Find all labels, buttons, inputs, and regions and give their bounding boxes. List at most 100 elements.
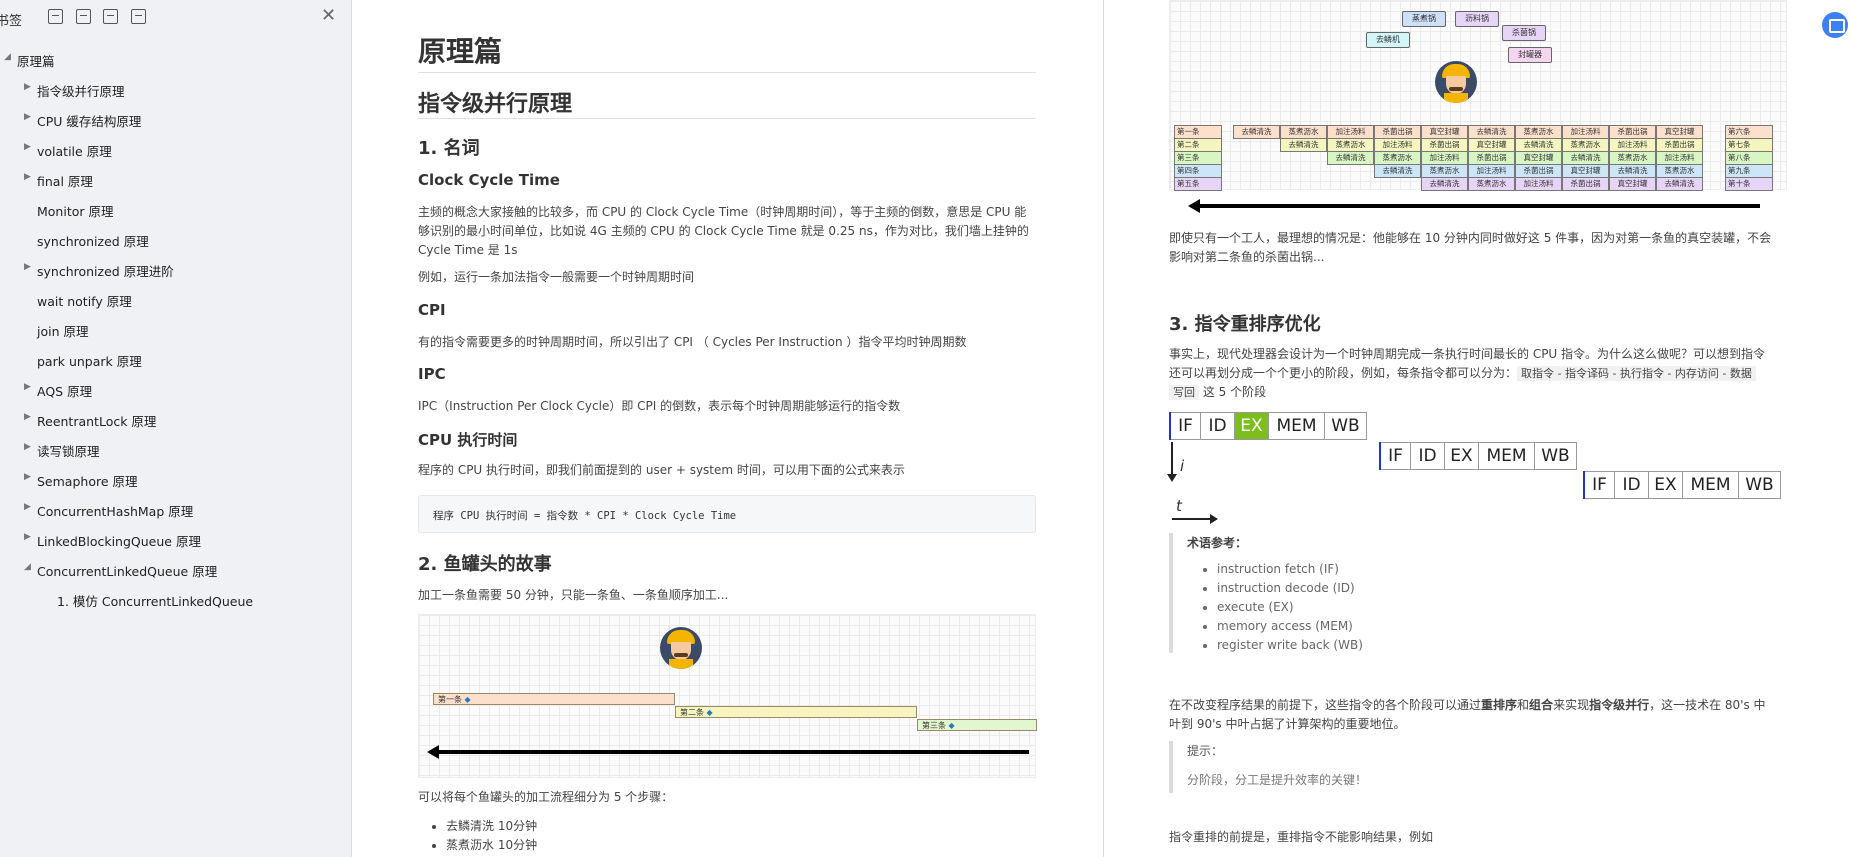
fish-step-cell: 真空封罐 xyxy=(1609,177,1656,191)
paragraph-line: 程序的 CPU 执行时间，即我们前面提到的 user + system 时间，可… xyxy=(418,463,905,477)
paragraph-line: 写回 这 5 个阶段 xyxy=(1169,383,1266,402)
text-span: ，这一技术在 80's 中 xyxy=(1649,698,1766,712)
sidebar-item[interactable]: ▶ 指令级并行原理 xyxy=(0,74,352,104)
code-text: 程序 CPU 执行时间 = 指令数 * CPI * Clock Cycle Ti… xyxy=(433,510,737,522)
fish-icon: ◆ xyxy=(948,721,955,730)
fish-step-cell: 加注汤料 xyxy=(1421,151,1468,165)
sidebar-item[interactable]: ▶ final 原理 xyxy=(0,164,352,194)
worker-avatar xyxy=(1435,61,1477,103)
text-span: 在不改变程序结果的前提下，这些指令的各个阶段可以通过 xyxy=(1169,698,1482,712)
chevron-right-icon[interactable]: ▶ xyxy=(24,412,31,422)
paragraph-line: 可以将每个鱼罐头的加工流程细分为 5 个步骤： xyxy=(418,790,674,804)
chevron-down-icon[interactable]: ◢ xyxy=(24,562,31,572)
chevron-right-icon[interactable]: ▶ xyxy=(24,382,31,392)
fish-step-cell: 真空封罐 xyxy=(1562,164,1609,178)
sidebar-item-label: 原理篇 xyxy=(17,54,55,69)
sidebar-item[interactable]: synchronized 原理 xyxy=(0,224,352,254)
heading-fish-story: 2. 鱼罐头的故事 xyxy=(418,554,552,575)
paragraph-line: 够识别的最小时间单位，比如说 4G 主频的 CPU 的 Clock Cycle … xyxy=(418,224,1029,238)
sidebar-item-label: wait notify 原理 xyxy=(37,294,132,309)
bookmark-options-icon[interactable] xyxy=(131,9,146,24)
sidebar-item[interactable]: ▶ AQS 原理 xyxy=(0,374,352,404)
pipeline-stage: IF xyxy=(1585,471,1615,499)
close-icon[interactable]: ✕ xyxy=(321,7,336,25)
sidebar-item[interactable]: Monitor 原理 xyxy=(0,194,352,224)
sidebar-item[interactable]: ▶ ConcurrentHashMap 原理 xyxy=(0,494,352,524)
list-item: instruction decode (ID) xyxy=(1217,579,1363,598)
sidebar-item-label: CPU 缓存结构原理 xyxy=(37,114,142,129)
chevron-right-icon[interactable]: ▶ xyxy=(24,472,31,482)
chevron-down-icon[interactable]: ◢ xyxy=(4,52,11,62)
tip-title: 提示： xyxy=(1187,744,1224,758)
sidebar-item[interactable]: ▶ LinkedBlockingQueue 原理 xyxy=(0,524,352,554)
inline-code: 取指令 - 指令译码 - 执行指令 - 内存访问 - 数据 xyxy=(1517,366,1756,381)
chevron-right-icon[interactable]: ▶ xyxy=(24,262,31,272)
sidebar-item[interactable]: ▶ synchronized 原理进阶 xyxy=(0,254,352,284)
list-item: register write back (WB) xyxy=(1217,636,1363,655)
fish-step-cell: 加注汤料 xyxy=(1327,125,1374,139)
tool-label: 沥料锅 xyxy=(1465,14,1489,23)
text-span: 和 xyxy=(1517,698,1530,712)
sidebar-item[interactable]: ▶ 读写锁原理 xyxy=(0,434,352,464)
fish-row-label: 第三条 xyxy=(1174,151,1222,165)
pipeline-stage: EX xyxy=(1235,412,1269,440)
sidebar-title: 书签 xyxy=(0,14,23,29)
sidebar-item[interactable]: ▶ ReentrantLock 原理 xyxy=(0,404,352,434)
sidebar-item[interactable]: ▶ volatile 原理 xyxy=(0,134,352,164)
sidebar-item-label: volatile 原理 xyxy=(37,144,112,159)
sidebar-item[interactable]: ▶ CPU 缓存结构原理 xyxy=(0,104,352,134)
chevron-right-icon[interactable]: ▶ xyxy=(24,142,31,152)
tool-box: 蒸煮锅 xyxy=(1402,11,1446,27)
chevron-right-icon[interactable]: ▶ xyxy=(24,172,31,182)
timeline-arrow xyxy=(1198,204,1760,208)
steps-list: 去鳞清洗 10分钟 蒸煮沥水 10分钟 xyxy=(428,817,537,855)
chevron-right-icon[interactable]: ▶ xyxy=(24,112,31,122)
sidebar-item[interactable]: park unpark 原理 xyxy=(0,344,352,374)
text-span: 这 5 个阶段 xyxy=(1202,385,1267,399)
bookmark-tree: ◢ 原理篇 ▶ 指令级并行原理 ▶ CPU 缓存结构原理 ▶ volatile 原理 ▶ fina… xyxy=(0,44,352,614)
chevron-right-icon[interactable]: ▶ xyxy=(24,532,31,542)
sidebar-item-label: 指令级并行原理 xyxy=(37,84,125,99)
pipeline-row: IF ID EX MEM WB xyxy=(1169,412,1367,440)
heading-clock-cycle: Clock Cycle Time xyxy=(418,171,560,189)
chevron-right-icon[interactable]: ▶ xyxy=(24,442,31,452)
paragraph-line: 影响对第二条鱼的杀菌出锅... xyxy=(1169,250,1325,264)
paragraph-line: 例如，运行一条加法指令一般需要一个时钟周期时间 xyxy=(418,270,695,284)
paragraph-line: 还可以再划分成一个个更小的阶段，例如，每条指令都可以分为： 取指令 - 指令译码 … xyxy=(1169,364,1756,383)
code-block[interactable]: 程序 CPU 执行时间 = 指令数 * CPI * Clock Cycle Ti… xyxy=(418,495,1036,533)
sidebar-item[interactable]: 1. 模仿 ConcurrentLinkedQueue xyxy=(0,584,352,614)
heading-exec-time: CPU 执行时间 xyxy=(418,431,518,449)
sidebar-item-label: final 原理 xyxy=(37,174,93,189)
fish-step-cell: 蒸煮沥水 xyxy=(1515,125,1562,139)
sidebar-item[interactable]: join 原理 xyxy=(0,314,352,344)
sidebar-item[interactable]: wait notify 原理 xyxy=(0,284,352,314)
collapse-all-icon[interactable] xyxy=(76,9,91,24)
assistant-fab-icon[interactable] xyxy=(1822,12,1848,38)
sidebar-item[interactable]: ◢ ConcurrentLinkedQueue 原理 xyxy=(0,554,352,584)
tool-box: 去鳞机 xyxy=(1366,32,1410,48)
pipeline-stage: ID xyxy=(1615,471,1649,499)
sidebar-item[interactable]: ▶ Semaphore 原理 xyxy=(0,464,352,494)
chevron-right-icon[interactable]: ▶ xyxy=(24,502,31,512)
pipeline-stage: ID xyxy=(1411,442,1445,470)
fish-step-cell: 杀菌出锅 xyxy=(1468,151,1515,165)
paragraph-line: Cycle Time 是 1s xyxy=(418,243,518,257)
fish-step-cell: 真空封罐 xyxy=(1468,138,1515,152)
tool-box: 杀菌锅 xyxy=(1502,25,1546,41)
chevron-right-icon[interactable]: ▶ xyxy=(24,82,31,92)
fish-label: 第三条 xyxy=(922,721,946,730)
expand-all-icon[interactable] xyxy=(48,9,63,24)
fish-bar-3: 第三条 ◆ xyxy=(917,719,1037,731)
fish-row-label: 第十条 xyxy=(1725,177,1773,191)
pipeline-stage: MEM xyxy=(1269,412,1325,440)
pipeline-stage: EX xyxy=(1445,442,1479,470)
paragraph-line: 有的指令需要更多的时钟周期时间，所以引出了 CPI （ Cycles Per I… xyxy=(418,335,967,349)
timeline-arrow xyxy=(437,750,1029,754)
fish-step-cell: 去鳞清洗 xyxy=(1280,138,1327,152)
paragraph-line: 即使只有一个工人，最理想的情况是：他能够在 10 分钟内同时做好这 5 件事，因… xyxy=(1169,231,1772,245)
sidebar-item[interactable]: ◢ 原理篇 xyxy=(0,44,352,74)
fish-icon: ◆ xyxy=(464,695,471,704)
terms-title: 术语参考： xyxy=(1187,536,1248,550)
pipeline-stage: WB xyxy=(1535,442,1577,470)
add-bookmark-icon[interactable] xyxy=(103,9,118,24)
